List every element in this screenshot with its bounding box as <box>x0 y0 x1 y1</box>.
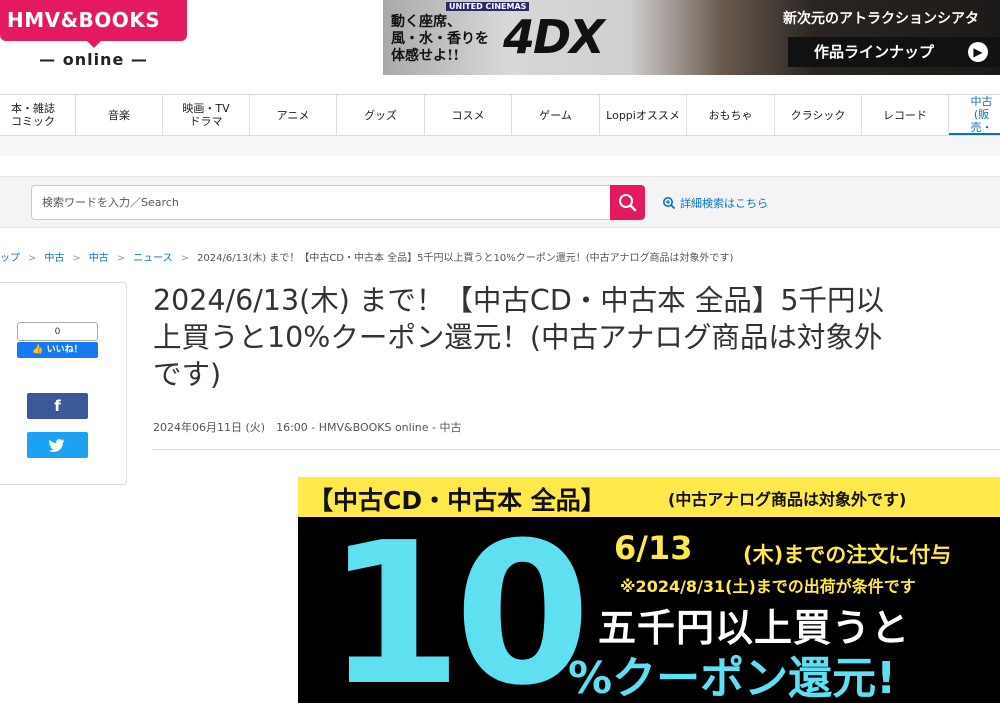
breadcrumb-current: 2024/6/13(木) まで！【中古CD・中古本 全品】5千円以上買うと10%… <box>197 253 734 264</box>
title-line-3: です) <box>153 358 222 391</box>
nav-item-records[interactable]: レコード <box>862 95 949 135</box>
nav-spacer <box>0 136 1000 156</box>
advanced-search-label: 詳細検索はこちら <box>680 197 768 210</box>
banner-copy: 動く座席、 風・水・香りを 体感せよ!! <box>391 14 489 65</box>
share-panel: 0 👍 いいね！ f <box>0 282 127 485</box>
search-bar: 詳細検索はこちら <box>0 176 1000 228</box>
banner-button-label: 作品ラインナップ <box>814 43 935 61</box>
category-nav: 本・雑誌 コミック 音楽 映画・TV ドラマ アニメ グッズ コスメ ゲーム L… <box>0 94 1000 136</box>
breadcrumb-top[interactable]: ップ <box>0 253 20 264</box>
breadcrumb: ップ > 中古 > 中古 > ニュース >2024/6/13(木) まで！【中古CD・中古本 … <box>0 249 733 264</box>
nav-item-music[interactable]: 音楽 <box>76 95 163 135</box>
breadcrumb-sep: > <box>116 253 126 264</box>
promo-header-note: (中古アナログ商品は対象外です) <box>668 490 907 509</box>
search-button[interactable] <box>610 185 645 220</box>
banner-lineup-button[interactable]: 作品ラインナップ ▶ <box>788 37 1000 67</box>
ad-banner-4dx[interactable]: UNITED CINEMAS 動く座席、 風・水・香りを 体感せよ!! 4DX … <box>383 0 1000 75</box>
promo-date-suffix: (木)までの注文に付与 <box>743 543 952 567</box>
banner-copy-line1: 動く座席、 <box>391 14 461 30</box>
nav-item-classic[interactable]: クラシック <box>775 95 862 135</box>
breadcrumb-news[interactable]: ニュース <box>133 253 173 264</box>
like-label: いいね！ <box>46 345 83 355</box>
promo-line-2: %クーポン還元! <box>568 653 897 703</box>
search-icon <box>619 194 637 212</box>
promo-date: 6/13 <box>614 529 693 567</box>
title-line-1: 2024/6/13(木) まで！【中古CD・中古本 全品】5千円以 <box>153 284 884 317</box>
nav-item-cosme[interactable]: コスメ <box>425 95 512 135</box>
breadcrumb-used[interactable]: 中古 <box>44 253 64 264</box>
zoom-icon <box>663 197 676 210</box>
breadcrumb-sep: > <box>28 253 37 264</box>
thumbs-up-icon: 👍 <box>32 345 44 355</box>
banner-headline: 新次元のアトラクションシアタ <box>783 11 979 27</box>
advanced-search-link[interactable]: 詳細検索はこちら <box>662 195 768 211</box>
nav-item-movies[interactable]: 映画・TV ドラマ <box>163 95 250 135</box>
facebook-like-widget[interactable]: 0 👍 いいね！ <box>17 322 98 358</box>
article-meta: 2024年06月11日 (火) 16:00 - HMV&BOOKS online… <box>153 421 462 434</box>
promo-banner: 【中古CD・中古本 全品】 (中古アナログ商品は対象外です) 10 6/13 (… <box>298 477 1000 703</box>
article-title: 2024/6/13(木) まで！【中古CD・中古本 全品】5千円以 上買うと10… <box>153 282 1000 393</box>
logo-subtitle: — online — <box>39 50 148 69</box>
promo-big-number: 10 <box>326 501 591 703</box>
logo-brand: HMV&BOOKS <box>0 0 187 41</box>
hmv-logo[interactable]: HMV&BOOKS — online — <box>0 0 188 80</box>
breadcrumb-sep: > <box>72 253 81 264</box>
breadcrumb-sep: > <box>180 253 190 264</box>
divider <box>153 449 1000 450</box>
twitter-share-button[interactable] <box>27 432 88 458</box>
nav-item-game[interactable]: ゲーム <box>512 95 600 135</box>
nav-item-loppi[interactable]: Loppiオススメ <box>600 95 687 135</box>
nav-item-toys[interactable]: おもちゃ <box>687 95 775 135</box>
facebook-icon: f <box>54 397 61 415</box>
like-count: 0 <box>17 322 98 341</box>
like-button[interactable]: 👍 いいね！ <box>17 342 98 358</box>
nav-item-used[interactable]: 中古 (販売・ <box>949 95 1000 135</box>
title-line-2: 上買うと10%クーポン還元！(中古アナログ商品は対象外 <box>153 321 883 354</box>
arrow-right-icon: ▶ <box>968 42 988 62</box>
search-input[interactable] <box>31 185 611 220</box>
nav-item-anime[interactable]: アニメ <box>250 95 337 135</box>
facebook-share-button[interactable]: f <box>27 393 88 419</box>
twitter-icon <box>48 439 65 452</box>
banner-product: 4DX <box>503 10 605 64</box>
banner-copy-line3: 体感せよ!! <box>391 48 460 64</box>
promo-condition: ※2024/8/31(土)までの出荷が条件です <box>620 577 916 596</box>
nav-item-books[interactable]: 本・雑誌 コミック <box>0 95 76 135</box>
nav-item-goods[interactable]: グッズ <box>337 95 425 135</box>
logo-notch <box>86 40 102 48</box>
breadcrumb-used-2[interactable]: 中古 <box>89 253 109 264</box>
banner-copy-line2: 風・水・香りを <box>391 31 489 47</box>
